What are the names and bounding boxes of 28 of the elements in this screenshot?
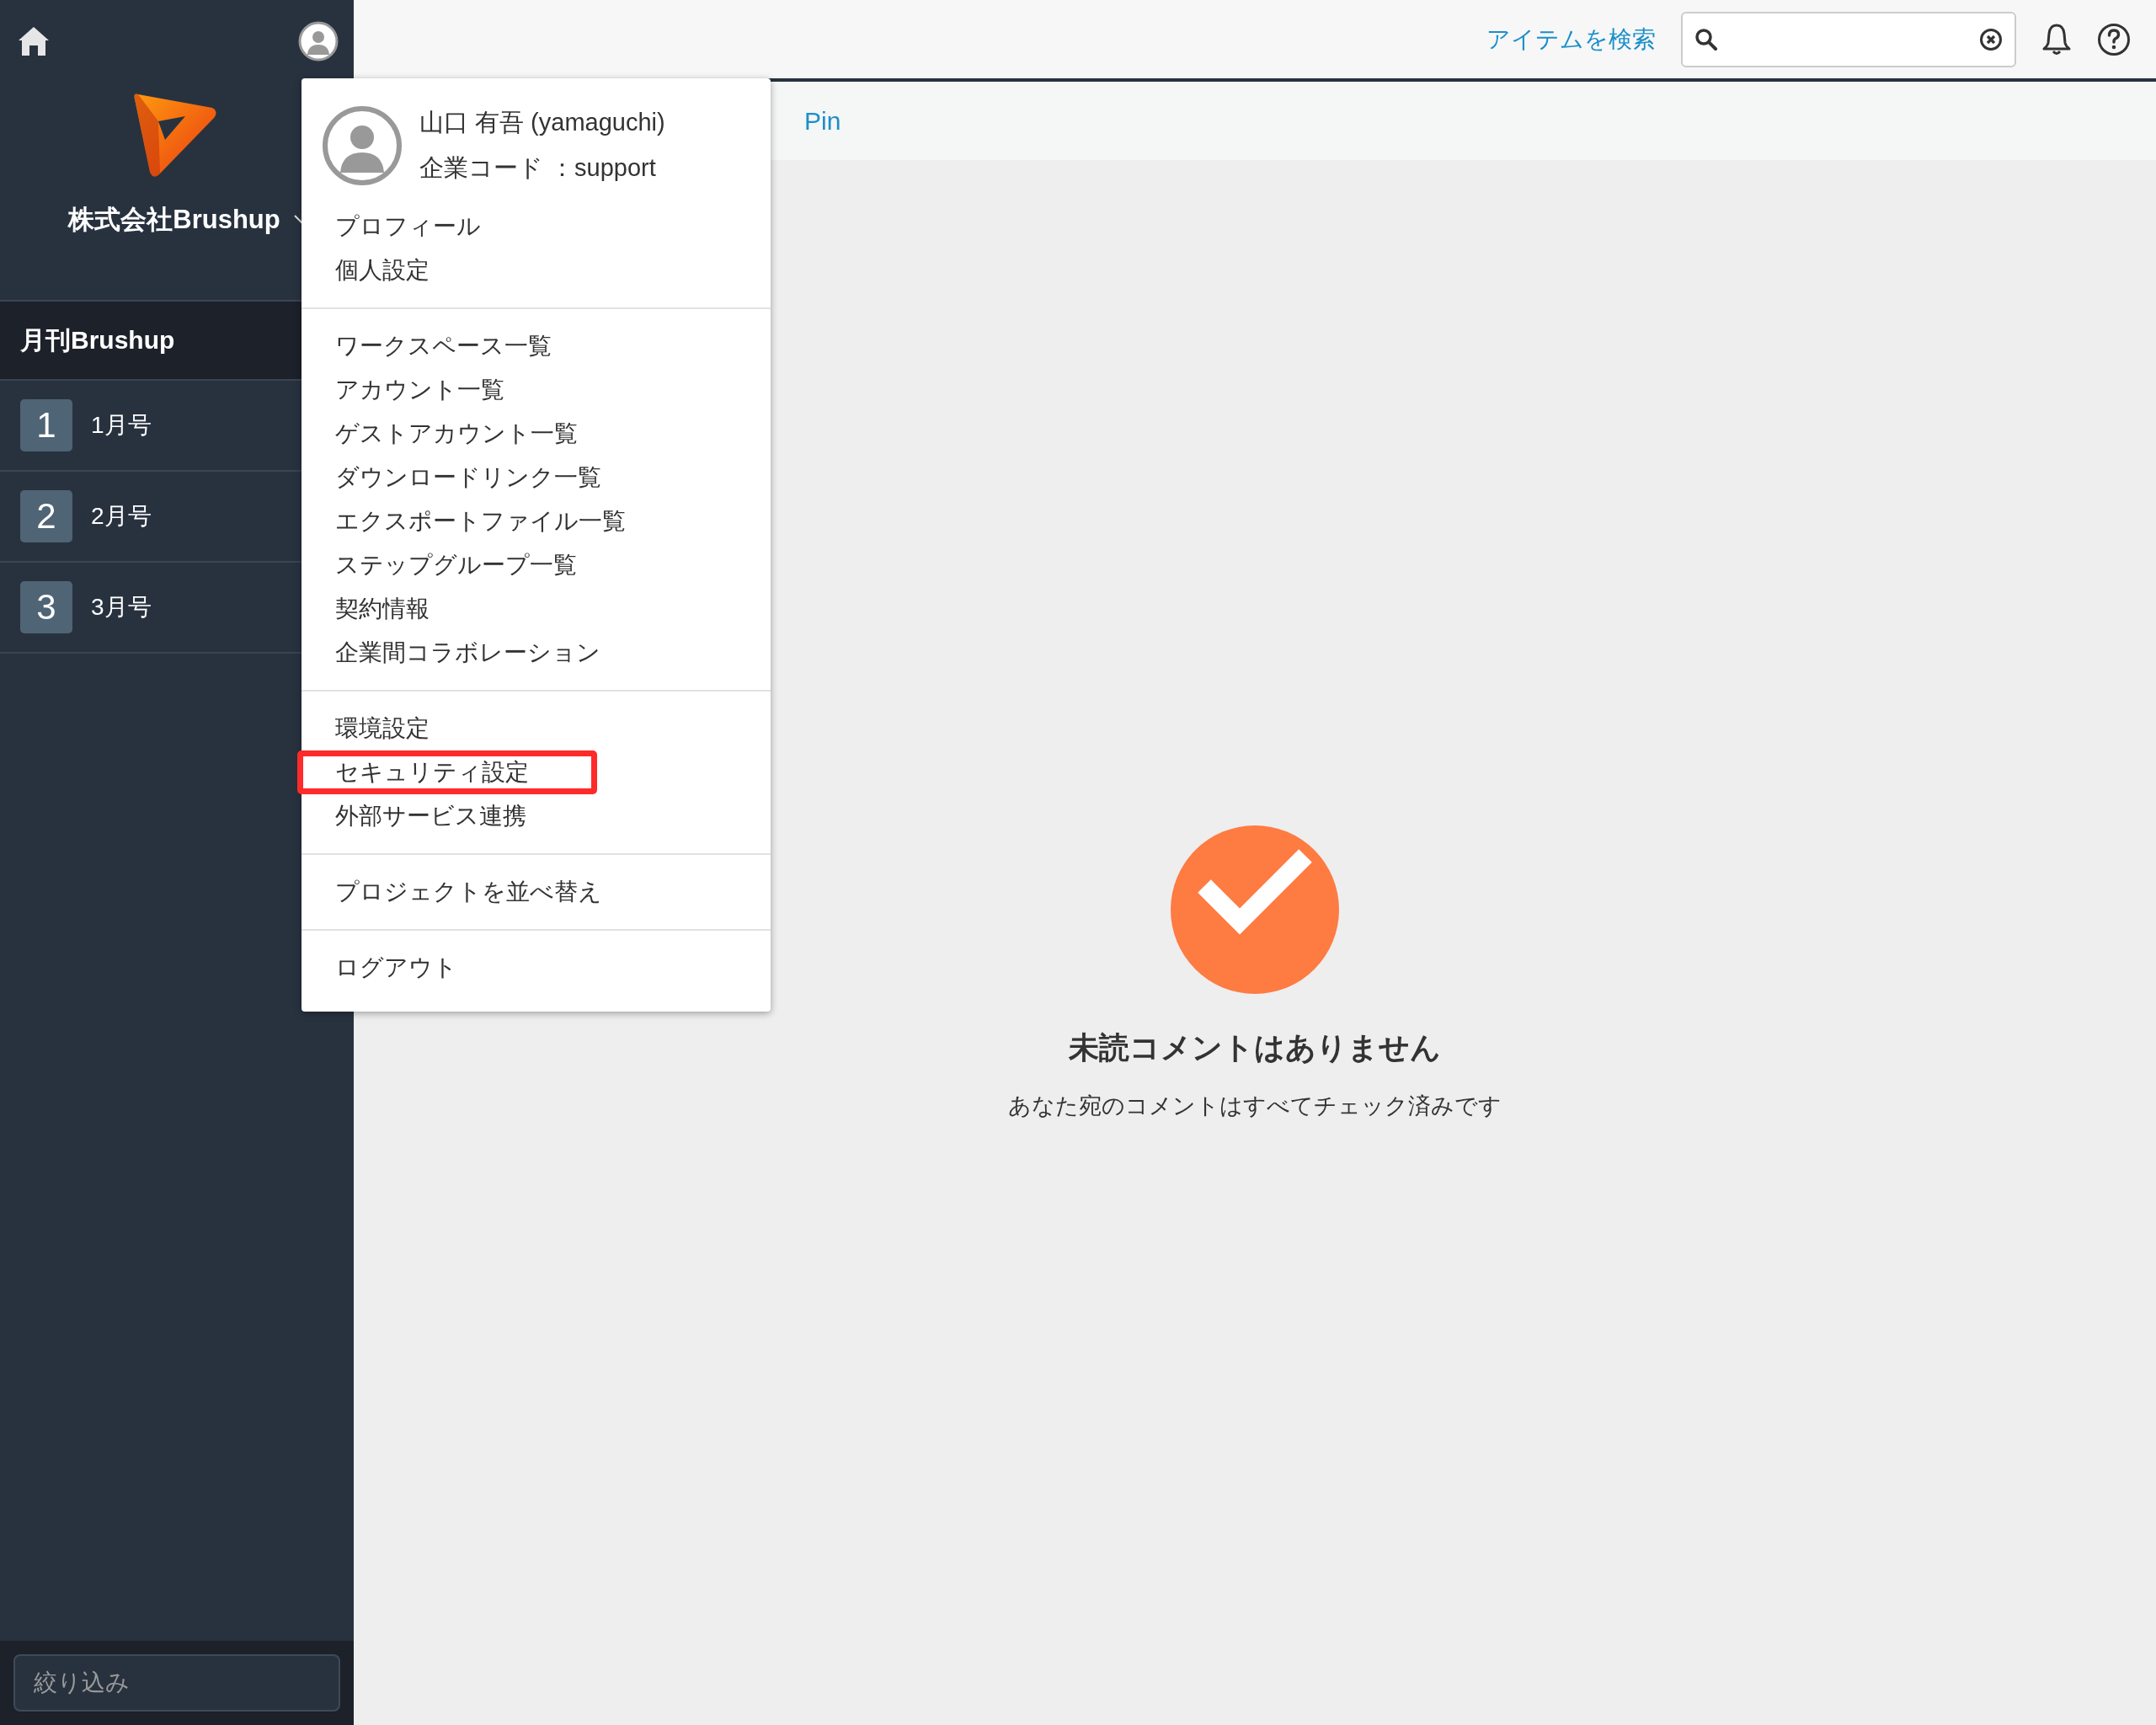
search-field[interactable] [1681, 11, 2016, 67]
home-icon[interactable] [19, 27, 49, 56]
menu-item[interactable]: 環境設定 [302, 707, 767, 750]
menu-item[interactable]: プロフィール [302, 205, 767, 248]
avatar-icon[interactable] [298, 21, 339, 61]
issue-label: 2月号 [91, 502, 152, 531]
empty-title: 未読コメントはありません [1069, 1029, 1441, 1066]
menu-item[interactable]: 個人設定 [302, 248, 767, 292]
company-name[interactable]: 株式会社Brushup [68, 202, 280, 238]
filter-field[interactable]: 絞り込み [13, 1654, 340, 1712]
issue-number: 2 [20, 490, 72, 542]
bell-icon[interactable] [2041, 22, 2072, 56]
search-icon [1694, 27, 1718, 51]
empty-message: あなた宛のコメントはすべてチェック済みです [1008, 1092, 1502, 1120]
issue-label: 1月号 [91, 411, 152, 440]
avatar-icon [322, 105, 403, 186]
company-code: 企業コード ：support [419, 153, 657, 183]
menu-item[interactable]: プロジェクトを並べ替え [302, 870, 767, 914]
issue-number: 1 [20, 399, 72, 451]
issue-number: 3 [20, 581, 72, 633]
help-icon[interactable] [2097, 22, 2131, 56]
clear-icon[interactable] [1979, 27, 2003, 51]
menu-item[interactable]: セキュリティ設定 [297, 750, 597, 794]
user-name: 山口 有吾 (yamaguchi) [419, 108, 665, 137]
check-icon [1171, 825, 1339, 994]
menu-item[interactable]: ログアウト [302, 946, 767, 990]
menu-item[interactable]: 外部サービス連携 [302, 794, 767, 838]
issue-label: 3月号 [91, 593, 152, 622]
